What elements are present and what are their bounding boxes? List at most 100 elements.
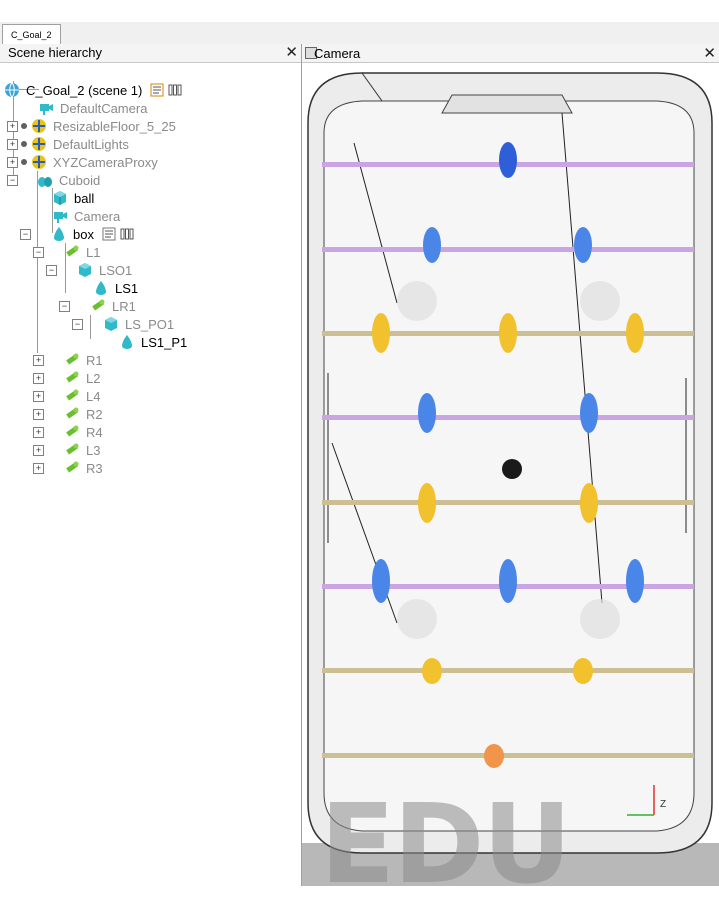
cuboid-icon [54,191,66,205]
collapse-icon[interactable]: − [20,228,31,240]
joint-icon [66,425,79,437]
shape-icon [122,335,132,349]
expand-icon[interactable]: + [33,390,44,402]
scene-hierarchy-header: Scene hierarchy ✕ [0,44,301,63]
tree-item-ball[interactable]: ball [52,189,94,207]
tree-item-r4[interactable]: + R4 [33,423,103,441]
tree-item-camera[interactable]: Camera [52,207,120,225]
collapse-icon[interactable]: − [72,318,83,330]
properties-icon[interactable] [168,83,182,97]
shape-icon [96,281,106,295]
tree-item-defaultcamera[interactable]: DefaultCamera [38,99,147,117]
player-blue[interactable] [418,393,436,433]
player-yellow[interactable] [422,658,442,684]
viewport-header: Camera ✕ [302,44,719,63]
player-yellow[interactable] [573,658,593,684]
tree-item-r2[interactable]: + R2 [33,405,103,423]
player-yellow[interactable] [626,313,644,353]
viewport-title: Camera [314,46,361,61]
rod-7[interactable] [322,668,694,673]
light-icon [32,119,46,133]
marker-circle [580,599,620,639]
cuboid-icon [79,263,91,277]
tree-item-box[interactable]: − box [20,225,134,243]
joint-icon [66,443,79,455]
joint-icon [66,407,79,419]
player-blue[interactable] [499,559,517,603]
expand-icon[interactable]: + [7,156,18,168]
joint-icon [92,299,105,311]
joint-icon [66,461,79,473]
collapse-icon[interactable]: − [7,174,18,186]
player-blue[interactable] [574,227,592,263]
tree-root[interactable]: C_Goal_2 (scene 1) [4,81,182,99]
player-blue[interactable] [372,559,390,603]
properties-icon[interactable] [120,227,134,241]
rod-2[interactable] [322,247,694,252]
cuboid-icon [105,317,117,331]
axis-label: Z [660,799,666,810]
player-yellow[interactable] [372,313,390,353]
marker-circle [397,281,437,321]
expand-icon[interactable]: + [33,462,44,474]
foosball-scene[interactable]: Z [302,63,719,886]
collapse-icon[interactable]: − [59,300,70,312]
joint-icon [66,389,79,401]
expand-icon[interactable]: + [33,408,44,420]
player-blue[interactable] [423,227,441,263]
tree-item-cuboid[interactable]: − Cuboid [7,171,100,189]
collapse-icon[interactable]: − [33,246,44,258]
tree-item-l2[interactable]: + L2 [33,369,100,387]
tree-item-r3[interactable]: + R3 [33,459,103,477]
scene-tree: C_Goal_2 (scene 1) DefaultCamera + Resiz… [0,63,301,483]
camera-icon [54,212,67,223]
expand-icon[interactable]: + [33,426,44,438]
tree-item-xyzcameraproxy[interactable]: + XYZCameraProxy [7,153,158,171]
rod-4[interactable] [322,415,694,420]
tree-item-r1[interactable]: + R1 [33,351,103,369]
collapse-icon[interactable]: − [46,264,57,276]
tab-c-goal-2[interactable]: C_Goal_2 [2,24,61,45]
shape-icon [54,227,64,241]
document-tab-strip: C_Goal_2 [0,22,719,45]
player-blue[interactable] [499,142,517,178]
tree-item-resizablefloor[interactable]: + ResizableFloor_5_25 [7,117,176,135]
player-yellow[interactable] [418,483,436,523]
tree-item-ls-po1[interactable]: − LS_PO1 [72,315,174,333]
tree-item-ls1-p1[interactable]: LS1_P1 [119,333,187,351]
expand-icon[interactable]: + [33,354,44,366]
rod-8[interactable] [322,753,694,758]
player-goalie[interactable] [484,744,504,768]
tree-item-ls1[interactable]: LS1 [93,279,138,297]
player-blue[interactable] [626,559,644,603]
joint-icon [66,371,79,383]
tree-item-defaultlights[interactable]: + DefaultLights [7,135,129,153]
camera-viewport-panel[interactable]: Camera ✕ Z EDU [302,44,719,908]
expand-icon[interactable]: + [7,120,18,132]
ball[interactable] [502,459,522,479]
player-yellow[interactable] [499,313,517,353]
tree-item-l1[interactable]: − L1 [33,243,100,261]
close-icon[interactable]: ✕ [285,43,298,61]
shape-icon [38,177,52,187]
globe-icon [5,82,19,98]
tree-item-l4[interactable]: + L4 [33,387,100,405]
expand-icon[interactable]: + [33,444,44,456]
player-yellow[interactable] [580,483,598,523]
script-icon[interactable] [150,83,164,97]
player-blue[interactable] [580,393,598,433]
expand-icon[interactable]: + [33,372,44,384]
goal-top [441,94,573,114]
tree-item-lr1[interactable]: − LR1 [59,297,136,315]
scene-hierarchy-panel: Scene hierarchy ✕ C_Goal_2 (scene 1) Def… [0,44,302,886]
joint-icon [66,353,79,365]
tree-item-lso1[interactable]: − LSO1 [46,261,132,279]
light-icon [32,137,46,151]
camera-icon [40,104,53,115]
rod-5[interactable] [322,500,694,505]
expand-icon[interactable]: + [7,138,18,150]
tree-item-l3[interactable]: + L3 [33,441,100,459]
close-icon[interactable]: ✕ [703,44,716,62]
light-icon [32,155,46,169]
script-icon[interactable] [102,227,116,241]
